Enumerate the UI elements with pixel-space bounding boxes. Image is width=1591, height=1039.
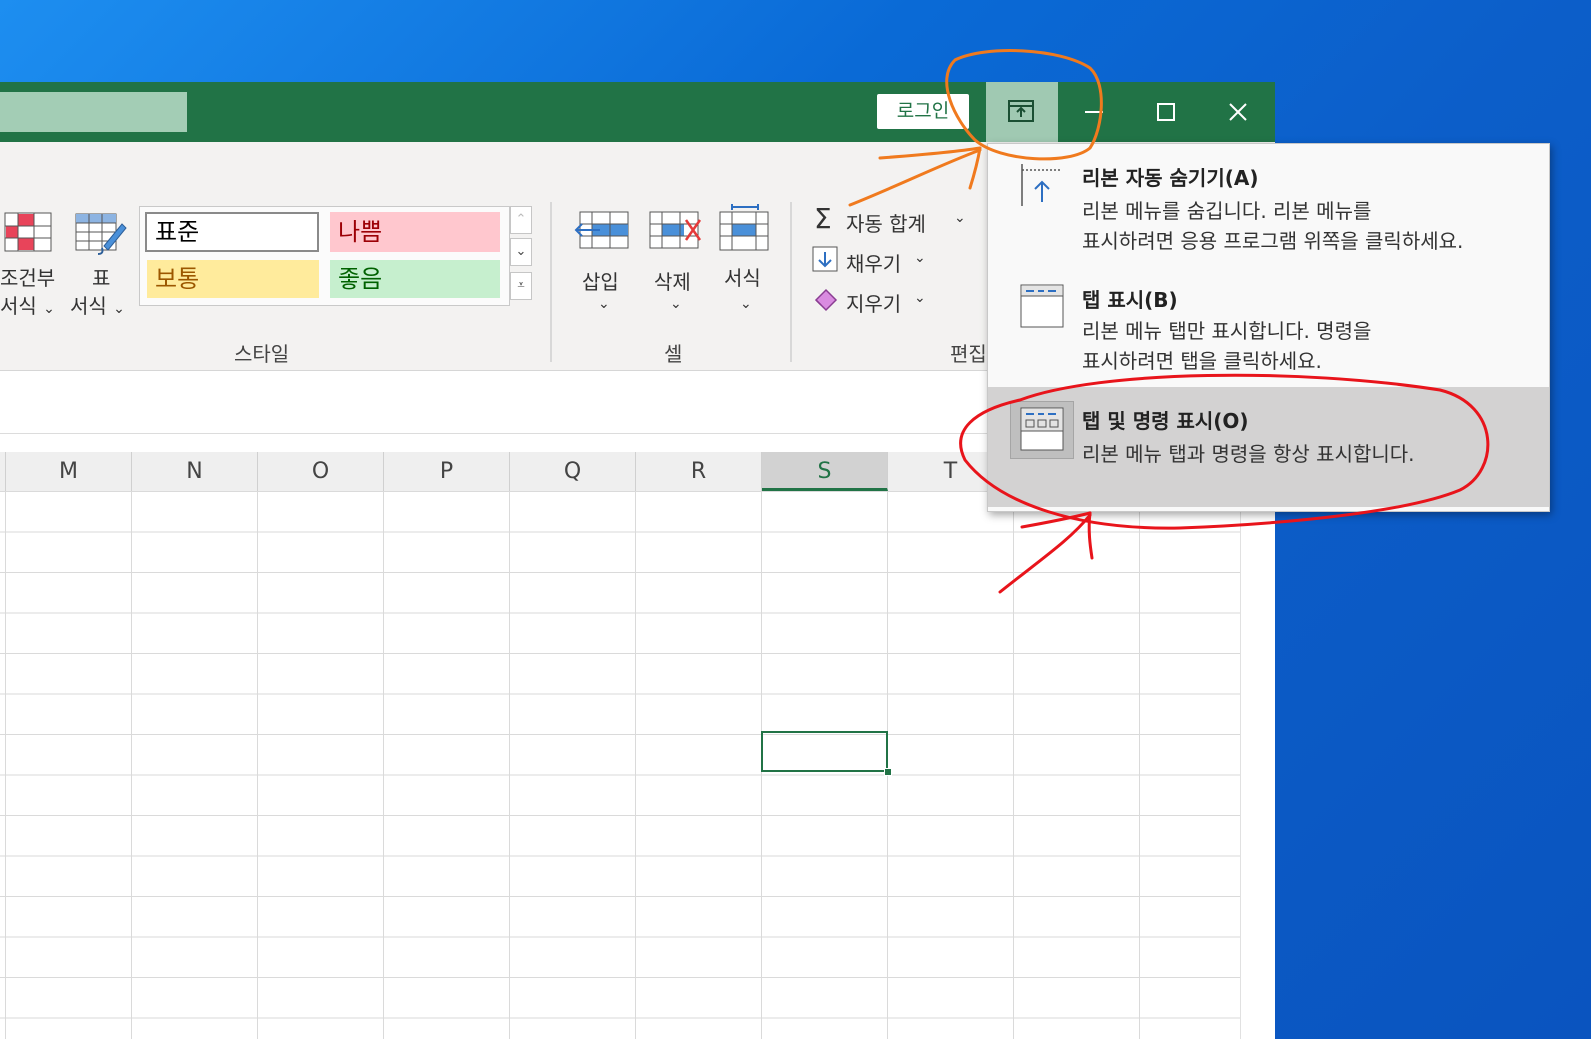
maximize-icon — [1157, 103, 1175, 121]
format-cells-icon — [719, 204, 769, 251]
title-bar: 로그인 — [0, 82, 1275, 142]
column-header-n[interactable]: N — [132, 452, 258, 491]
insert-cells-label: 삽입 — [582, 270, 619, 294]
style-neutral[interactable]: 보통 — [147, 260, 319, 298]
minimize-button[interactable] — [1058, 82, 1130, 142]
menu-item-title: 리본 자동 숨기기(A) — [1082, 166, 1259, 190]
style-good[interactable]: 좋음 — [330, 260, 500, 298]
group-separator — [790, 202, 792, 362]
group-separator — [550, 202, 552, 362]
style-normal[interactable]: 표준 — [145, 212, 319, 252]
delete-cells-button[interactable]: 삭제 ⌄ — [644, 202, 706, 322]
show-tabs-icon — [1020, 284, 1064, 328]
conditional-format-button[interactable]: 조건부 서식 ⌄ — [0, 202, 62, 322]
fill-down-icon — [812, 246, 838, 272]
maximize-button[interactable] — [1130, 82, 1202, 142]
delete-cells-icon — [649, 211, 702, 249]
column-header-p[interactable]: P — [384, 452, 510, 491]
active-cell[interactable] — [761, 731, 888, 772]
menu-item-title: 탭 및 명령 표시(O) — [1082, 409, 1249, 433]
close-icon — [1229, 103, 1247, 121]
ribbon-display-options-menu: 리본 자동 숨기기(A) 리본 메뉴를 숨깁니다. 리본 메뉴를 표시하려면 응… — [987, 143, 1550, 512]
chevron-down-icon: ⌄ — [740, 296, 752, 312]
autosum-button[interactable]: Σ 자동 합계 ⌄ — [812, 202, 972, 236]
chevron-down-icon: ⌄ — [914, 250, 926, 266]
column-header-s[interactable]: S — [762, 452, 888, 491]
column-header-r[interactable]: R — [636, 452, 762, 491]
chevron-down-icon: ⌄ — [670, 296, 682, 312]
chevron-down-icon: ⌄ — [954, 210, 966, 226]
conditional-format-label2: 서식 ⌄ — [0, 294, 55, 318]
show-tabs-commands-icon — [1020, 407, 1064, 451]
menu-item-description: 표시하려면 응용 프로그램 위쪽을 클릭하세요. — [1082, 229, 1464, 253]
menu-item-show-tabs[interactable]: 탭 표시(B) 리본 메뉴 탭만 표시합니다. 명령을 표시하려면 탭을 클릭하… — [988, 264, 1549, 384]
format-cells-button[interactable]: 서식 ⌄ — [714, 202, 776, 322]
fill-handle[interactable] — [884, 768, 892, 776]
menu-item-description: 표시하려면 탭을 클릭하세요. — [1082, 349, 1322, 373]
menu-item-title: 탭 표시(B) — [1082, 288, 1178, 312]
auto-hide-icon — [1021, 164, 1062, 206]
search-box[interactable] — [0, 92, 187, 132]
cells-group-label: 셀 — [664, 342, 683, 366]
menu-item-description: 리본 메뉴 탭만 표시합니다. 명령을 — [1082, 319, 1372, 343]
styles-group-label: 스타일 — [234, 342, 290, 366]
gallery-scroll-down-button[interactable]: ⌄ — [510, 238, 532, 266]
insert-cells-icon — [574, 211, 629, 249]
gallery-scroll-up-button[interactable]: ⌃ — [510, 206, 532, 234]
column-header-m[interactable]: M — [6, 452, 132, 491]
format-as-table-button[interactable]: 표 서식 ⌄ — [66, 202, 134, 322]
chevron-down-icon: ⌄ — [914, 290, 926, 306]
ribbon-display-icon — [1008, 100, 1034, 122]
format-cells-label: 서식 — [724, 266, 761, 290]
minimize-icon — [1085, 111, 1103, 113]
insert-cells-button[interactable]: 삽입 ⌄ — [572, 202, 634, 322]
menu-item-auto-hide-ribbon[interactable]: 리본 자동 숨기기(A) 리본 메뉴를 숨깁니다. 리본 메뉴를 표시하려면 응… — [988, 144, 1549, 264]
autosum-label: 자동 합계 — [846, 212, 926, 236]
fill-label: 채우기 — [846, 252, 902, 276]
eraser-icon — [814, 288, 838, 312]
clear-button[interactable]: 지우기 ⌄ — [812, 284, 932, 316]
format-as-table-label1: 표 — [92, 266, 111, 290]
chevron-down-icon: ⌄ — [598, 296, 610, 312]
column-header-q[interactable]: Q — [510, 452, 636, 491]
vertical-scrollbar[interactable] — [1240, 434, 1275, 1039]
menu-item-description: 리본 메뉴를 숨깁니다. 리본 메뉴를 — [1082, 199, 1372, 223]
delete-cells-label: 삭제 — [654, 270, 691, 294]
style-bad[interactable]: 나쁨 — [330, 212, 500, 252]
format-as-table-label2: 서식 ⌄ — [70, 294, 125, 318]
conditional-format-icon — [4, 212, 52, 252]
ribbon-display-options-button[interactable] — [986, 82, 1058, 142]
worksheet-grid[interactable] — [0, 491, 1240, 1039]
gallery-expand-button[interactable]: ⩡ — [510, 272, 532, 300]
sigma-icon: Σ — [814, 202, 832, 235]
menu-item-description: 리본 메뉴 탭과 명령을 항상 표시합니다. — [1082, 442, 1415, 466]
conditional-format-label1: 조건부 — [0, 266, 56, 290]
format-as-table-icon — [75, 213, 127, 255]
column-header-o[interactable]: O — [258, 452, 384, 491]
close-button[interactable] — [1202, 82, 1274, 142]
fill-button[interactable]: 채우기 ⌄ — [812, 244, 932, 276]
clear-label: 지우기 — [846, 292, 902, 316]
login-button[interactable]: 로그인 — [877, 94, 969, 129]
editing-group-label: 편집 — [950, 342, 987, 366]
menu-item-show-tabs-and-commands[interactable]: 탭 및 명령 표시(O) 리본 메뉴 탭과 명령을 항상 표시합니다. — [988, 387, 1549, 507]
